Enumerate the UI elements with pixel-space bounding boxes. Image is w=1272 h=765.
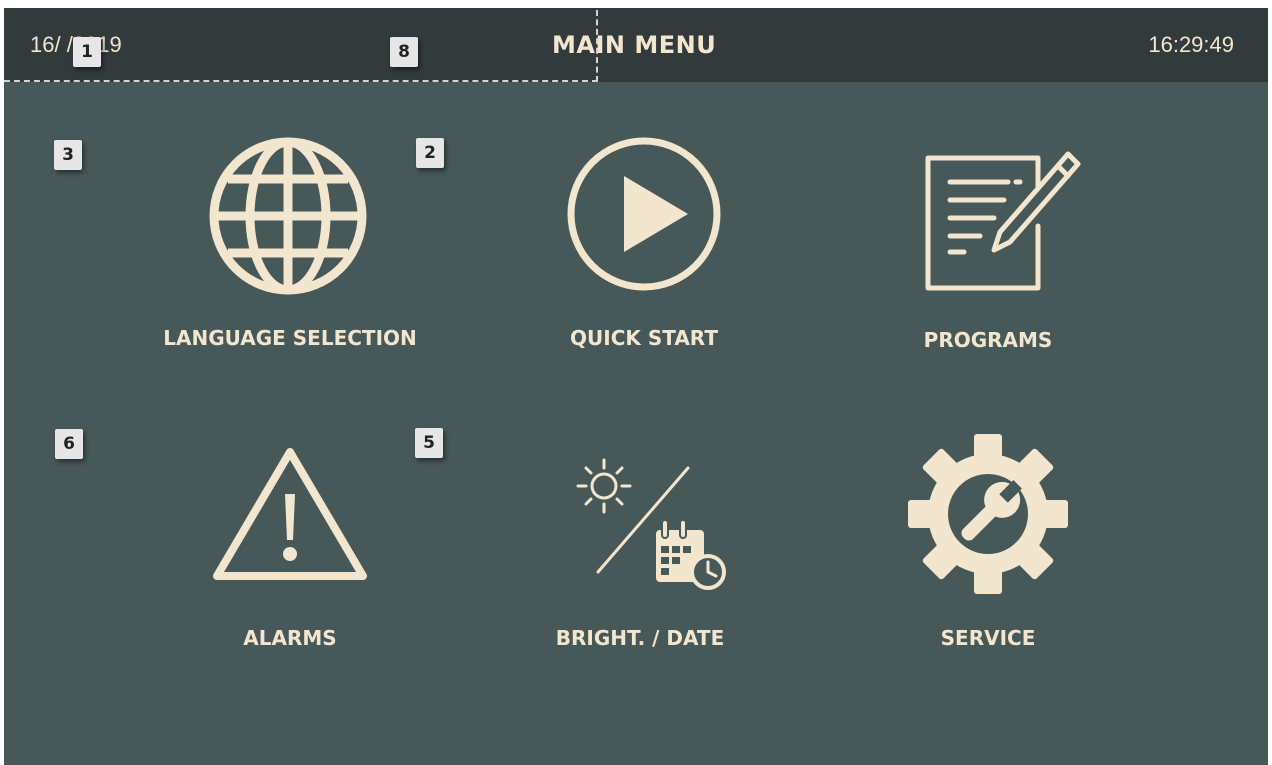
service-label: SERVICE (940, 626, 1036, 650)
language-selection-label: LANGUAGE SELECTION (163, 326, 417, 350)
globe-icon (209, 137, 367, 295)
callout-badge-1: 1 (73, 37, 101, 67)
programs-button[interactable]: PROGRAMS (838, 134, 1138, 364)
callout-badge-5: 5 (415, 428, 443, 458)
header-bar: 16/ /2019 MAIN MENU 16:29:49 (4, 8, 1268, 82)
main-menu-screen: 16/ /2019 MAIN MENU 16:29:49 LANGUAGE SE… (4, 8, 1268, 765)
service-button[interactable]: SERVICE (838, 434, 1138, 658)
language-selection-button[interactable]: LANGUAGE SELECTION (140, 134, 440, 364)
header-time: 16:29:49 (1148, 32, 1234, 57)
alarms-button[interactable]: ALARMS (140, 438, 440, 658)
brightness-date-icon (576, 458, 726, 590)
callout-badge-6: 6 (55, 429, 83, 459)
callout-badge-2: 2 (416, 138, 444, 168)
quick-start-label: QUICK START (570, 326, 718, 350)
page-title: MAIN MENU (552, 31, 717, 59)
callout-badge-8: 8 (390, 37, 418, 67)
play-icon (567, 137, 721, 291)
programs-label: PROGRAMS (923, 328, 1053, 352)
quick-start-button[interactable]: QUICK START (494, 134, 794, 364)
warning-icon (213, 448, 367, 580)
callout-badge-3: 3 (54, 140, 82, 170)
gear-wrench-icon (908, 434, 1068, 594)
bright-date-label: BRIGHT. / DATE (555, 626, 725, 650)
bright-date-button[interactable]: BRIGHT. / DATE (490, 438, 790, 658)
alarms-label: ALARMS (243, 626, 337, 650)
notepad-edit-icon (925, 151, 1081, 291)
